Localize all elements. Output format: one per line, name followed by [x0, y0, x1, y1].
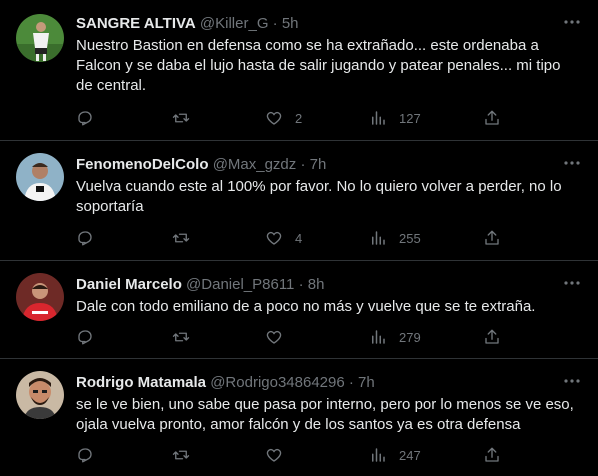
tweet-text: Dale con todo emiliano de a poco no más …	[76, 298, 536, 315]
views-button[interactable]: 127	[369, 108, 421, 128]
tweet-header: Daniel Marcelo @Daniel_P8611 · 8h	[76, 275, 558, 295]
share-icon	[483, 109, 501, 127]
retweet-button[interactable]	[172, 228, 202, 248]
retweet-icon	[172, 328, 190, 346]
views-chart-icon	[369, 109, 387, 127]
display-name[interactable]: SANGRE ALTIVA	[76, 15, 196, 32]
views-button[interactable]: 255	[369, 228, 421, 248]
action-bar: 2 127	[76, 108, 516, 128]
avatar[interactable]	[16, 371, 64, 419]
display-name[interactable]: FenomenoDelColo	[76, 156, 209, 173]
views-chart-icon	[369, 229, 387, 247]
tweet[interactable]: SANGRE ALTIVA @Killer_G · 5h Nuestro Bas…	[0, 0, 598, 141]
separator: ·	[272, 15, 278, 32]
like-button[interactable]	[265, 445, 295, 465]
heart-icon	[265, 328, 283, 346]
heart-icon	[265, 446, 283, 464]
tweet-header: FenomenoDelColo @Max_gzdz · 7h	[76, 155, 558, 175]
more-horizontal-icon[interactable]	[562, 273, 582, 293]
avatar[interactable]	[16, 153, 64, 201]
tweet-text: Nuestro Bastion en defensa como se ha ex…	[76, 37, 561, 94]
tweet[interactable]: FenomenoDelColo @Max_gzdz · 7h Vuelva cu…	[0, 141, 598, 261]
action-bar: 4 255	[76, 228, 516, 248]
reply-icon	[76, 446, 94, 464]
reply-icon	[76, 109, 94, 127]
action-bar: 279	[76, 327, 516, 347]
avatar[interactable]	[16, 273, 64, 321]
share-button[interactable]	[483, 108, 501, 128]
separator: ·	[300, 156, 306, 173]
retweet-button[interactable]	[172, 445, 202, 465]
view-count: 247	[399, 447, 421, 463]
retweet-icon	[172, 229, 190, 247]
like-count: 4	[295, 230, 303, 246]
user-handle[interactable]: @Rodrigo34864296	[210, 374, 345, 391]
like-count: 2	[295, 110, 303, 126]
display-name[interactable]: Rodrigo Matamala	[76, 374, 206, 391]
share-button[interactable]	[483, 327, 501, 347]
more-horizontal-icon[interactable]	[562, 153, 582, 173]
retweet-button[interactable]	[172, 108, 202, 128]
more-horizontal-icon[interactable]	[562, 12, 582, 32]
retweet-button[interactable]	[172, 327, 202, 347]
display-name[interactable]: Daniel Marcelo	[76, 276, 182, 293]
view-count: 127	[399, 110, 421, 126]
share-icon	[483, 446, 501, 464]
view-count: 255	[399, 230, 421, 246]
tweet[interactable]: Daniel Marcelo @Daniel_P8611 · 8h Dale c…	[0, 261, 598, 359]
retweet-icon	[172, 446, 190, 464]
timestamp[interactable]: 5h	[282, 15, 299, 32]
like-button[interactable]: 2	[265, 108, 302, 128]
tweet[interactable]: Rodrigo Matamala @Rodrigo34864296 · 7h s…	[0, 359, 598, 476]
tweet-text: Vuelva cuando este al 100% por favor. No…	[76, 178, 562, 215]
more-horizontal-icon[interactable]	[562, 371, 582, 391]
views-button[interactable]: 247	[369, 445, 421, 465]
share-icon	[483, 328, 501, 346]
views-chart-icon	[369, 328, 387, 346]
heart-icon	[265, 109, 283, 127]
separator: ·	[298, 276, 304, 293]
tweet-header: Rodrigo Matamala @Rodrigo34864296 · 7h	[76, 373, 558, 393]
timestamp[interactable]: 8h	[308, 276, 325, 293]
heart-icon	[265, 229, 283, 247]
action-bar: 247	[76, 445, 516, 465]
reply-icon	[76, 229, 94, 247]
share-button[interactable]	[483, 445, 501, 465]
reply-button[interactable]	[76, 108, 106, 128]
like-button[interactable]	[265, 327, 295, 347]
timestamp[interactable]: 7h	[310, 156, 327, 173]
like-button[interactable]: 4	[265, 228, 302, 248]
reply-button[interactable]	[76, 445, 106, 465]
views-chart-icon	[369, 446, 387, 464]
reply-icon	[76, 328, 94, 346]
retweet-icon	[172, 109, 190, 127]
tweet-text: se le ve bien, uno sabe que pasa por int…	[76, 396, 574, 433]
views-button[interactable]: 279	[369, 327, 421, 347]
separator: ·	[348, 374, 354, 391]
reply-button[interactable]	[76, 228, 106, 248]
avatar[interactable]	[16, 14, 64, 62]
share-icon	[483, 229, 501, 247]
share-button[interactable]	[483, 228, 501, 248]
tweet-header: SANGRE ALTIVA @Killer_G · 5h	[76, 14, 558, 34]
user-handle[interactable]: @Killer_G	[200, 15, 269, 32]
timestamp[interactable]: 7h	[358, 374, 375, 391]
user-handle[interactable]: @Daniel_P8611	[186, 276, 294, 293]
user-handle[interactable]: @Max_gzdz	[213, 156, 297, 173]
view-count: 279	[399, 329, 421, 345]
reply-button[interactable]	[76, 327, 106, 347]
